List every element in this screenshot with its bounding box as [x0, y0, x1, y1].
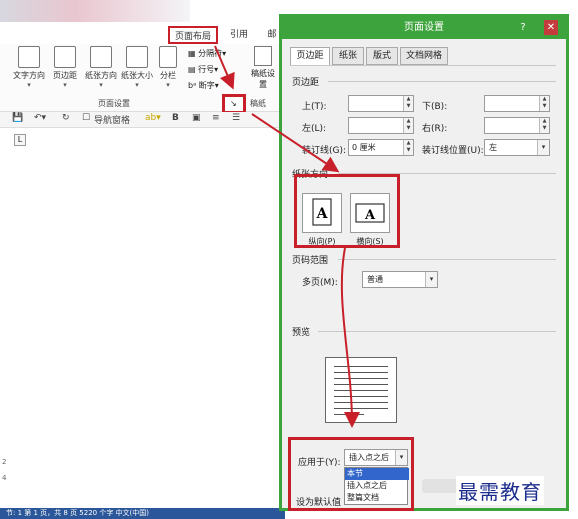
- gutter-input[interactable]: 0 厘米 ▲ ▼: [348, 139, 414, 156]
- tab-document-grid[interactable]: 文档网格: [400, 47, 448, 65]
- section-divider: [328, 81, 556, 82]
- bold-icon[interactable]: B: [172, 113, 179, 123]
- page-setup-launcher[interactable]: ↘: [222, 94, 246, 114]
- size-button[interactable]: 纸张大小 ▾: [118, 46, 156, 89]
- margins-section-title: 页边距: [292, 78, 320, 88]
- tab-paper[interactable]: 纸张: [332, 47, 364, 65]
- save-icon[interactable]: 💾: [12, 113, 23, 123]
- size-label: 纸张大小: [121, 71, 153, 80]
- right-margin-input[interactable]: ▲ ▼: [484, 117, 550, 134]
- list-icon[interactable]: ☰: [232, 113, 240, 123]
- chevron-down-icon: ▾: [27, 81, 31, 89]
- nav-pane-checkbox[interactable]: ☐: [82, 113, 90, 123]
- redo-icon[interactable]: ↻: [62, 113, 70, 123]
- set-default-button[interactable]: 设为默认值: [296, 495, 341, 508]
- columns-label: 分栏: [160, 71, 176, 80]
- line-numbers-button[interactable]: ▤ 行号▾: [188, 64, 218, 75]
- spin-arrows-icon[interactable]: ▲ ▼: [403, 96, 413, 111]
- orientation-icon: [90, 46, 112, 68]
- orientation-highlight-box: [294, 174, 400, 248]
- text-direction-label: 文字方向: [13, 71, 45, 80]
- preview-section-title: 预览: [292, 328, 311, 338]
- chevron-down-icon: ▾: [537, 140, 549, 155]
- close-button[interactable]: ✕: [544, 20, 558, 35]
- pages-section-title: 页码范围: [292, 256, 329, 266]
- section-divider: [318, 331, 556, 332]
- tab-layout[interactable]: 版式: [366, 47, 398, 65]
- status-bar: 节: 1 第 1 页，共 8 页 5220 个字 中文(中国): [0, 508, 285, 519]
- align-icon[interactable]: ≡: [212, 113, 220, 123]
- highlight-icon[interactable]: ab▾: [145, 113, 161, 123]
- text-direction-icon: [18, 46, 40, 68]
- page-setup-dialog: 页面设置 ? ✕ 页边距 纸张 版式 文档网格 页边距 上(T): ▲ ▼ 下(B…: [279, 14, 569, 511]
- preview-page: [325, 357, 397, 423]
- spin-arrows-icon[interactable]: ▲ ▼: [539, 96, 549, 111]
- spin-arrows-icon[interactable]: ▲ ▼: [539, 118, 549, 133]
- section-divider: [338, 259, 556, 260]
- chevron-down-icon: ▾: [425, 272, 437, 287]
- gutter-position-select[interactable]: 左 ▾: [484, 139, 550, 156]
- nav-pane-label: 导航窗格: [94, 116, 131, 126]
- left-margin-label: 左(L):: [302, 124, 327, 134]
- tab-references[interactable]: 引用: [226, 26, 252, 44]
- ribbon-tabs: 页面布局 引用 邮: [0, 26, 285, 44]
- chevron-down-icon: ▾: [63, 81, 67, 89]
- draft-paper-button[interactable]: 稿纸设置: [248, 46, 278, 90]
- columns-icon: [159, 46, 177, 68]
- gutter-position-label: 装订线位置(U):: [422, 146, 484, 156]
- tab-page-layout[interactable]: 页面布局: [168, 26, 218, 44]
- ribbon: 文字方向 ▾ 页边距 ▾ 纸张方向 ▾ 纸张大小 ▾ 分栏 ▾ ▦ 分隔符▾ ▤…: [0, 44, 285, 114]
- orientation-label: 纸张方向: [85, 71, 117, 80]
- right-margin-label: 右(R):: [422, 124, 448, 134]
- image-icon[interactable]: ▣: [192, 113, 201, 123]
- columns-button[interactable]: 分栏 ▾: [154, 46, 182, 89]
- blurred-title-bar: [0, 0, 190, 22]
- tab-margins[interactable]: 页边距: [290, 47, 330, 66]
- undo-icon[interactable]: ↶▾: [34, 113, 46, 123]
- chevron-down-icon: ▾: [166, 81, 170, 89]
- multiple-pages-label: 多页(M):: [302, 278, 338, 288]
- chevron-down-icon: ▾: [99, 81, 103, 89]
- chevron-down-icon: ▾: [135, 81, 139, 89]
- top-margin-input[interactable]: ▲ ▼: [348, 95, 414, 112]
- watermark: 最需教育: [456, 476, 544, 505]
- tab-divider: [290, 65, 556, 66]
- document-area[interactable]: L 24: [0, 128, 285, 503]
- gutter-label: 装订线(G):: [302, 146, 347, 156]
- left-margin-input[interactable]: ▲ ▼: [348, 117, 414, 134]
- page-setup-group-label: 页面设置: [98, 99, 130, 108]
- tab-stop-icon[interactable]: L: [14, 134, 26, 146]
- quick-access-toolbar: 💾 ↶▾ ↻ ☐ 导航窗格 ab▾ B ▣ ≡ ☰: [0, 112, 285, 128]
- top-margin-label: 上(T):: [302, 102, 327, 112]
- help-button[interactable]: ?: [516, 20, 530, 35]
- launcher-icon: ↘: [230, 99, 237, 108]
- hyphenation-button[interactable]: bᵃ 断字▾: [188, 80, 219, 91]
- breaks-button[interactable]: ▦ 分隔符▾: [188, 48, 226, 59]
- multiple-pages-select[interactable]: 普通 ▾: [362, 271, 438, 288]
- margins-label: 页边距: [53, 71, 77, 80]
- text-direction-button[interactable]: 文字方向 ▾: [10, 46, 48, 89]
- bottom-margin-input[interactable]: ▲ ▼: [484, 95, 550, 112]
- paper-size-icon: [126, 46, 148, 68]
- draft-group-label: 稿纸: [250, 99, 266, 108]
- orientation-button[interactable]: 纸张方向 ▾: [82, 46, 120, 89]
- vertical-ruler: 24: [2, 458, 7, 482]
- margins-icon: [54, 46, 76, 68]
- spin-arrows-icon[interactable]: ▲ ▼: [403, 140, 413, 155]
- bottom-margin-label: 下(B):: [422, 102, 448, 112]
- margins-button[interactable]: 页边距 ▾: [46, 46, 84, 89]
- spin-arrows-icon[interactable]: ▲ ▼: [403, 118, 413, 133]
- draft-paper-icon: [254, 46, 272, 66]
